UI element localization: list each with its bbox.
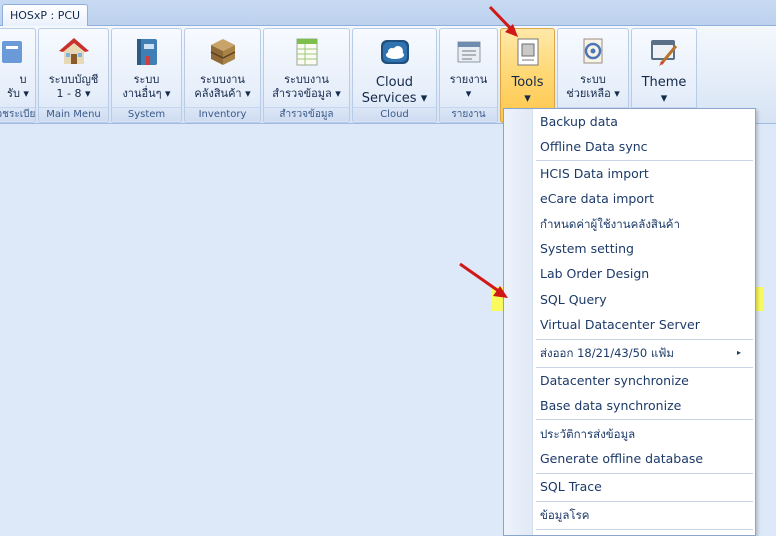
ribbon-group-caption: System [112,107,181,121]
other-systems-button[interactable]: ระบบ งานอื่นๆ ▾ [112,29,181,107]
menu-item-send-history[interactable]: ประวัติการส่งข้อมูล [534,422,753,446]
ribbon-group-caption: Main Menu [39,107,108,121]
menu-item-disease-data[interactable]: ข้อมูลโรค [534,503,753,527]
house-icon [57,35,91,69]
theme-brush-icon [647,35,681,69]
inventory-button[interactable]: ระบบงาน คลังสินค้า ▾ [185,29,260,107]
submenu-arrow-icon: ▸ [736,348,741,357]
cloud-icon [378,35,412,69]
annotation-arrow-tools [488,5,518,37]
annotation-arrow-sql-query [459,262,508,298]
menu-separator [536,160,753,161]
crate-icon [206,35,240,69]
menu-separator [536,419,753,420]
ribbon-group-caption: ลเวชระเบียน [0,107,35,121]
ribbon-group-caption: รายงาน [440,107,497,121]
help-mail-icon [576,35,610,69]
menu-separator [536,501,753,502]
menu-item-lab-order-design[interactable]: Lab Order Design [534,262,753,286]
ribbon-group-caption: สำรวจข้อมูล [264,107,349,121]
ribbon-group-caption: Cloud [353,107,436,121]
menu-separator [536,529,753,530]
cloud-services-button[interactable]: Cloud Services ▾ [353,29,436,107]
menu-separator [536,473,753,474]
menu-separator [536,339,753,340]
menu-item-ecare-data-import[interactable]: eCare data import [534,187,753,211]
ribbon-group-inventory: ระบบงาน คลังสินค้า ▾ Inventory [184,28,261,123]
window-tab-strip: HOSxP : PCU [0,0,776,26]
app-title-tab[interactable]: HOSxP : PCU [2,4,88,26]
book-icon [130,35,164,69]
menu-item-datacenter-synchronize[interactable]: Datacenter synchronize [534,369,753,393]
help-system-button[interactable]: ระบบ ช่วยเหลือ ▾ [558,29,628,107]
menu-item-generate-offline-database[interactable]: Generate offline database [534,447,753,471]
menu-item-export-files-label: ส่งออก 18/21/43/50 แฟ้ม [540,346,675,360]
menu-item-sql-trace[interactable]: SQL Trace [534,475,753,499]
registration-icon [0,35,28,69]
menu-item-virtual-datacenter-server[interactable]: Virtual Datacenter Server [534,313,753,337]
ribbon-group-caption: Inventory [185,107,260,121]
account-system-button[interactable]: ระบบบัญชี 1 - 8 ▾ [39,29,108,107]
menu-item-inventory-user-config[interactable]: กำหนดค่าผู้ใช้งานคลังสินค้า [534,212,753,236]
ribbon-group-system: ระบบ งานอื่นๆ ▾ System [111,28,182,123]
menu-item-offline-data-sync[interactable]: Offline Data sync [534,135,753,159]
menu-item-hcis-data-import[interactable]: HCIS Data import [534,162,753,186]
menu-item-sql-query[interactable]: SQL Query [534,288,753,312]
tools-dropdown-menu: Backup data Offline Data sync HCIS Data … [503,108,756,536]
menu-item-export-files[interactable]: ส่งออก 18/21/43/50 แฟ้ม ▸ [534,341,753,365]
ribbon-group-main-menu: ระบบบัญชี 1 - 8 ▾ Main Menu [38,28,109,123]
theme-button[interactable]: Theme ▾ [632,29,696,107]
spreadsheet-icon [290,35,324,69]
menu-icon-gutter [504,109,533,535]
menu-item-system-setting[interactable]: System setting [534,237,753,261]
ribbon-group-registration: บ รับ ▾ ลเวชระเบียน [0,28,36,123]
menu-item-base-data-synchronize[interactable]: Base data synchronize [534,394,753,418]
ribbon-group-survey: ระบบงาน สำรวจข้อมูล ▾ สำรวจข้อมูล [263,28,350,123]
menu-separator [536,367,753,368]
menu-item-backup-data[interactable]: Backup data [534,110,753,134]
report-icon [452,35,486,69]
survey-button[interactable]: ระบบงาน สำรวจข้อมูล ▾ [264,29,349,107]
registration-button[interactable]: บ รับ ▾ [0,29,35,107]
ribbon-group-cloud: Cloud Services ▾ Cloud [352,28,437,123]
ribbon-group-report: รายงาน ▾ รายงาน [439,28,498,123]
